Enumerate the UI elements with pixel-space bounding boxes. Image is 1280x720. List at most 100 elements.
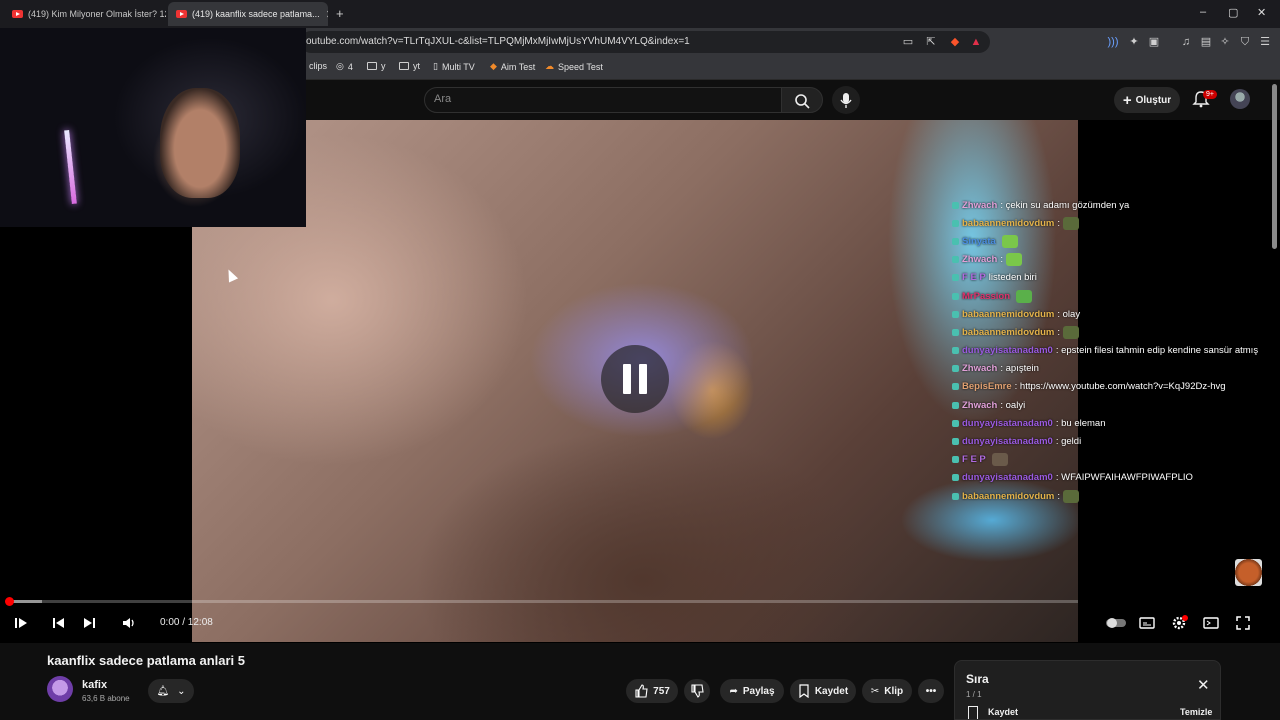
chat-username: babaannemidovdum [962,326,1055,338]
wallet-icon[interactable]: ▤ [1199,35,1213,49]
channel-watermark[interactable] [1235,559,1262,586]
folder-icon [367,62,377,70]
menu-icon[interactable]: ☰ [1258,35,1272,49]
extensions-icon[interactable]: ✦ [1127,35,1141,49]
ai-icon[interactable]: ✧ [1218,35,1232,49]
bookmark-aim-test[interactable]: ◆ Aim Test [490,61,535,72]
chat-text: : çekin su adamı gözümden ya [1000,199,1130,211]
chat-badge-icon [952,237,959,245]
queue-save-button[interactable]: Kaydet [988,707,1018,717]
chat-message: Zhwach: [952,251,1280,269]
volume-icon[interactable] [120,614,138,632]
clip-button[interactable]: ✂ Klip [862,679,912,703]
plus-icon: + [1122,91,1132,109]
tab-kaanflix[interactable]: (419) kaanflix sadece patlama... ✕ [168,2,328,26]
chat-username: babaannemidovdum [962,308,1055,320]
chat-message: babaannemidovdum: [952,323,1280,341]
bookmark-folder-y[interactable]: y [367,61,386,71]
tab-label: (419) kaanflix sadece patlama... [192,9,320,19]
close-window-button[interactable]: ✕ [1257,6,1266,19]
subtitles-icon[interactable] [1138,614,1156,632]
scrubber-handle[interactable] [5,597,14,606]
bookmark-speed-test[interactable]: ☁ Speed Test [545,61,603,72]
page-scrollbar[interactable] [1272,84,1277,249]
create-button[interactable]: + Oluştur [1114,87,1180,113]
chat-username: MrPassion [962,290,1011,302]
chat-message: dunyayisatanadam0: geldi [952,432,1280,450]
bookmark-clips[interactable]: clips [309,61,327,71]
queue-clear-button[interactable]: Temizle [1180,707,1212,717]
chat-username: dunyayisatanadam0 [962,345,1053,357]
queue-title: Sıra [966,672,989,686]
chat-emote-icon [1063,325,1080,339]
save-button[interactable]: Kaydet [790,679,856,703]
music-icon[interactable]: ♫ [1179,35,1193,49]
chat-emote-icon [991,453,1008,467]
share-button[interactable]: ➦ Paylaş [720,679,784,703]
autoplay-toggle[interactable] [1105,614,1126,632]
next-icon[interactable] [81,614,99,632]
chat-badge-icon [952,474,959,482]
bookmark-label: 4 [347,61,353,72]
notification-badge: 9+ [1203,90,1217,99]
audio-icon[interactable]: ))) [1106,35,1120,49]
bookmark-label: y [381,61,386,71]
url-text[interactable]: outube.com/watch?v=TLrTqJXUL-c&list=TLPQ… [306,36,690,47]
progress-bar[interactable] [8,600,1078,603]
rewards-icon[interactable]: ▲ [969,35,983,49]
chat-text: : https://www.youtube.com/watch?v=KqJ92D… [1014,381,1226,393]
bookmark-multi-tv[interactable]: ▯ Multi TV [433,61,475,72]
chat-text: : oalyi [1000,399,1026,411]
chat-username: Sinyata [962,235,996,247]
chat-text: : [1057,217,1061,229]
chat-badge-icon [952,274,959,282]
fullscreen-icon[interactable] [1234,614,1252,632]
maximize-button[interactable]: ▢ [1228,6,1238,19]
chat-message: F E P listeden biri [952,269,1280,287]
previous-icon[interactable] [49,614,67,632]
search-input[interactable] [424,87,782,113]
youtube-icon [12,10,23,18]
chat-emote-icon [1006,253,1023,267]
vpn-icon[interactable]: ⛉ [1238,35,1252,49]
chat-username: babaannemidovdum [962,490,1055,502]
settings-icon[interactable] [1170,614,1188,632]
subscription-bell-button[interactable]: 🔔︎ ⌄ [148,679,194,703]
bookmark-folder-yt[interactable]: yt [399,61,420,71]
share-icon[interactable]: ⇱ [924,35,938,49]
voice-search-button[interactable] [832,86,860,114]
cast-icon[interactable]: ▭ [901,35,915,49]
folder-icon [399,62,409,70]
close-icon[interactable]: ✕ [1197,676,1210,694]
play-icon[interactable] [12,614,30,632]
dislike-button[interactable] [684,679,710,703]
channel-avatar[interactable] [47,676,73,702]
chat-text: : geldi [1055,436,1082,448]
bookmark-4[interactable]: ◎ 4 [336,61,353,72]
chat-badge-icon [952,438,959,446]
new-tab-button[interactable]: + [336,6,344,21]
like-button[interactable]: 757 [626,679,678,703]
chat-message: Zhwach: çekin su adamı gözümden ya [952,196,1280,214]
more-actions-button[interactable]: ••• [918,679,944,703]
search-button[interactable] [781,87,823,113]
thumbs-up-icon [635,684,648,698]
chat-badge-icon [952,201,959,209]
brave-shield-icon[interactable]: ◆ [948,35,962,49]
chat-badge-icon [952,456,959,464]
user-avatar[interactable] [1230,89,1250,109]
close-tab-icon[interactable]: ✕ [326,8,328,21]
theater-mode-icon[interactable] [1202,614,1220,632]
chat-message: Sinyata [952,232,1280,250]
channel-name[interactable]: kafix [82,679,107,691]
tab-kim-milyoner[interactable]: (419) Kim Milyoner Olmak İster? 120... [4,2,166,26]
chat-message: Zhwach: oalyi [952,396,1280,414]
chat-badge-icon [952,219,959,227]
chat-text: : epstein filesi tahmin edip kendine san… [1055,345,1259,357]
chat-badge-icon [952,365,959,373]
subscriber-count: 63,6 B abone [82,694,130,703]
pause-overlay-icon[interactable] [601,345,669,413]
tab-search-icon[interactable]: ▣ [1147,35,1161,49]
minimize-button[interactable]: – [1200,6,1206,18]
search-icon [795,94,810,109]
